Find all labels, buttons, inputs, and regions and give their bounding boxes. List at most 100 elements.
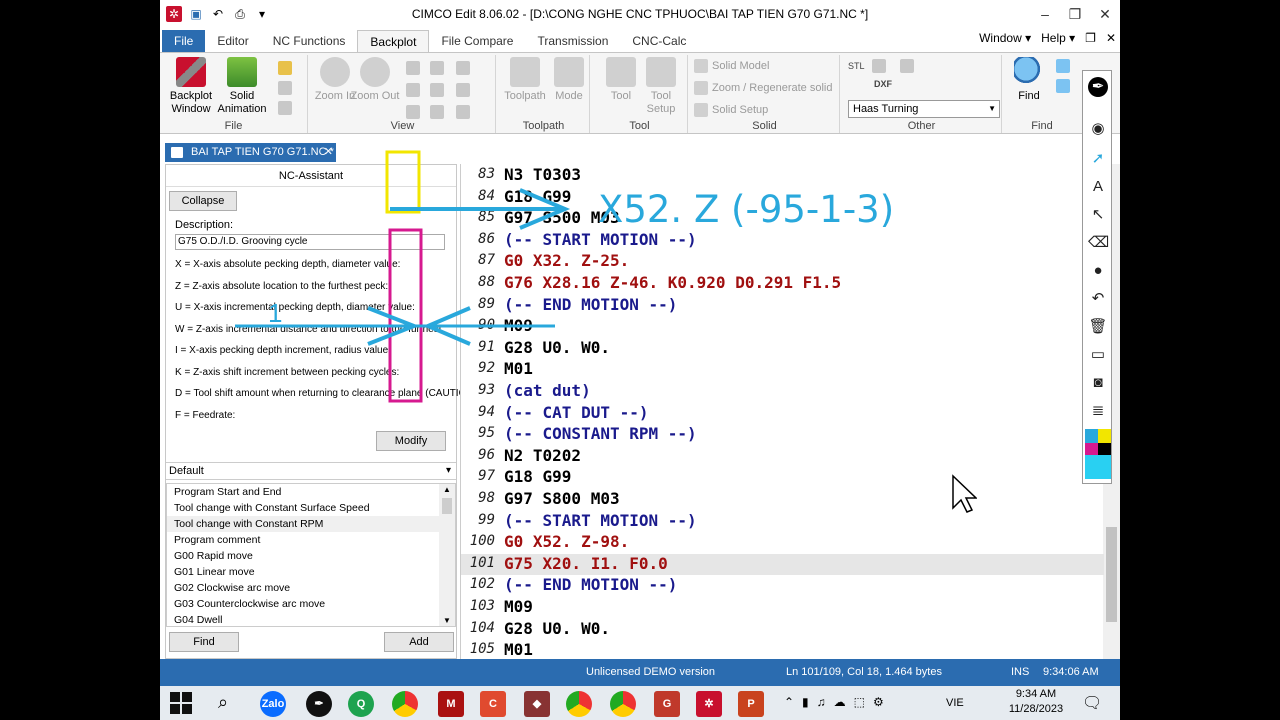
settings-small-icon[interactable] [900,59,914,73]
add-function-button[interactable]: Add [384,632,454,652]
folder-icon[interactable] [278,61,292,75]
tool-small-icon[interactable] [278,81,292,95]
chrome-icon[interactable] [392,691,418,717]
tab-file-compare[interactable]: File Compare [429,30,525,52]
tab-transmission[interactable]: Transmission [525,30,620,52]
stl-icon[interactable]: STL [848,61,865,71]
export-icon[interactable] [872,59,886,73]
code-line[interactable]: N3 T0303 [504,165,581,184]
powerpoint-icon[interactable]: P [738,691,764,717]
arrow-tool-icon[interactable]: ↖ [1088,205,1108,225]
view-tool-icon[interactable] [430,61,444,75]
view-tool-icon[interactable] [456,61,470,75]
pointer-icon[interactable]: ➚ [1088,149,1108,169]
list-item[interactable]: Tool change with Constant Surface Speed [167,500,455,516]
code-line[interactable]: (-- START MOTION --) [504,511,697,530]
list-scrollbar[interactable]: ▲ ▼ [439,484,455,626]
tab-nc-functions[interactable]: NC Functions [261,30,358,52]
save-icon[interactable]: ▣ [188,6,204,22]
editor-scroll-thumb[interactable] [1106,527,1117,622]
description-field[interactable]: G75 O.D./I.D. Grooving cycle [175,234,445,250]
code-line[interactable]: M01 [504,359,533,378]
code-line[interactable]: (-- START MOTION --) [504,230,697,249]
chrome-icon-2[interactable] [566,691,592,717]
code-line[interactable]: G0 X32. Z-25. [504,251,629,270]
collapse-button[interactable]: Collapse [169,191,237,211]
pdf-app-icon[interactable]: G [654,691,680,717]
clock-date[interactable]: 11/28/2023 [1003,703,1069,715]
clipboard-icon[interactable]: ≣ [1088,401,1108,421]
tab-backplot[interactable]: Backplot [357,30,430,52]
replace-icon[interactable] [1056,79,1070,93]
mode-button[interactable]: Mode [544,57,594,103]
mdi-restore-icon[interactable]: ❐ [1085,31,1096,45]
zalo-app-icon[interactable]: Zalo [260,691,286,717]
toolpath-button[interactable]: Toolpath [500,57,550,103]
solid-setup-button[interactable]: Solid Setup [694,103,768,117]
camera-icon[interactable]: ◙ [1088,373,1108,393]
code-line[interactable]: (-- CONSTANT RPM --) [504,424,697,443]
list-item[interactable]: G04 Dwell [167,612,455,626]
list-scroll-thumb[interactable] [442,498,452,514]
backplot-window-button[interactable]: Backplot Window [166,57,216,116]
tab-cnc-calc[interactable]: CNC-Calc [620,30,698,52]
view-tool-icon[interactable] [430,105,444,119]
view-tool-icon[interactable] [406,83,420,97]
pen-tool-icon[interactable]: ✒ [1088,77,1108,97]
solid-model-button[interactable]: Solid Model [694,59,769,73]
view-tool-icon[interactable] [430,83,444,97]
find-function-button[interactable]: Find [169,632,239,652]
eye-icon[interactable]: ◉ [1088,119,1108,139]
find-next-icon[interactable] [1056,59,1070,73]
print-icon[interactable]: ⎙ [232,6,248,22]
list-item[interactable]: G03 Counterclockwise arc move [167,596,455,612]
scroll-up-icon[interactable]: ▲ [439,485,455,494]
minimize-button[interactable]: – [1030,0,1060,28]
code-line[interactable]: G18 G99 [504,187,571,206]
code-line[interactable]: G28 U0. W0. [504,338,610,357]
tab-file[interactable]: File [162,30,206,52]
chrome-icon-3[interactable] [610,691,636,717]
code-line[interactable]: M09 [504,316,533,335]
close-button[interactable]: ✕ [1090,0,1120,28]
eraser-icon[interactable]: ⌫ [1088,233,1109,253]
view-tool-icon[interactable] [406,61,420,75]
code-line[interactable]: G28 U0. W0. [504,619,610,638]
code-line[interactable]: G18 G99 [504,467,571,486]
undo-icon[interactable]: ↶ [210,6,226,22]
code-line[interactable]: G76 X28.16 Z-46. K0.920 D0.291 F1.5 [504,273,841,292]
code-line[interactable]: G75 X20. I1. F0.0 [504,554,668,573]
window-menu[interactable]: Window ▾ [979,31,1031,45]
scissors-icon[interactable] [278,101,292,115]
modify-button[interactable]: Modify [376,431,446,451]
whiteboard-icon[interactable]: ▭ [1088,345,1108,365]
zoom-out-button[interactable]: Zoom Out [350,57,400,103]
code-line[interactable]: (-- END MOTION --) [504,575,677,594]
color-palette-icon[interactable] [1085,429,1111,479]
dot-icon[interactable]: ● [1088,261,1108,281]
list-item[interactable]: Program comment [167,532,455,548]
list-item[interactable]: Tool change with Constant RPM [167,516,455,532]
red-app-icon[interactable]: C [480,691,506,717]
text-tool-icon[interactable]: A [1088,177,1108,197]
code-line[interactable]: (-- END MOTION --) [504,295,677,314]
find-button[interactable]: Find [1004,57,1054,103]
tool-setup-button[interactable]: Tool Setup [636,57,686,116]
restore-button[interactable]: ❐ [1060,0,1090,28]
pen-app-icon[interactable]: ✒ [306,691,332,717]
cimco-app-icon[interactable]: ✲ [696,691,722,717]
system-tray-icons[interactable]: ⌃▮♫☁⬚⚙ [784,695,892,709]
view-tool-icon[interactable] [456,105,470,119]
template-select[interactable]: Default [166,462,456,480]
code-line[interactable]: M09 [504,597,533,616]
autocad-icon[interactable]: M [438,691,464,717]
code-line[interactable]: (-- CAT DUT --) [504,403,649,422]
machine-select[interactable]: Haas Turning [848,100,1000,118]
solid-animation-button[interactable]: Solid Animation [217,57,267,116]
search-app-icon[interactable]: Q [348,691,374,717]
view-tool-icon[interactable] [456,83,470,97]
list-item[interactable]: G01 Linear move [167,564,455,580]
language-indicator[interactable]: VIE [946,697,964,709]
trash-icon[interactable]: 🗑 [1088,317,1108,337]
dxf-icon[interactable]: DXF [874,79,892,89]
